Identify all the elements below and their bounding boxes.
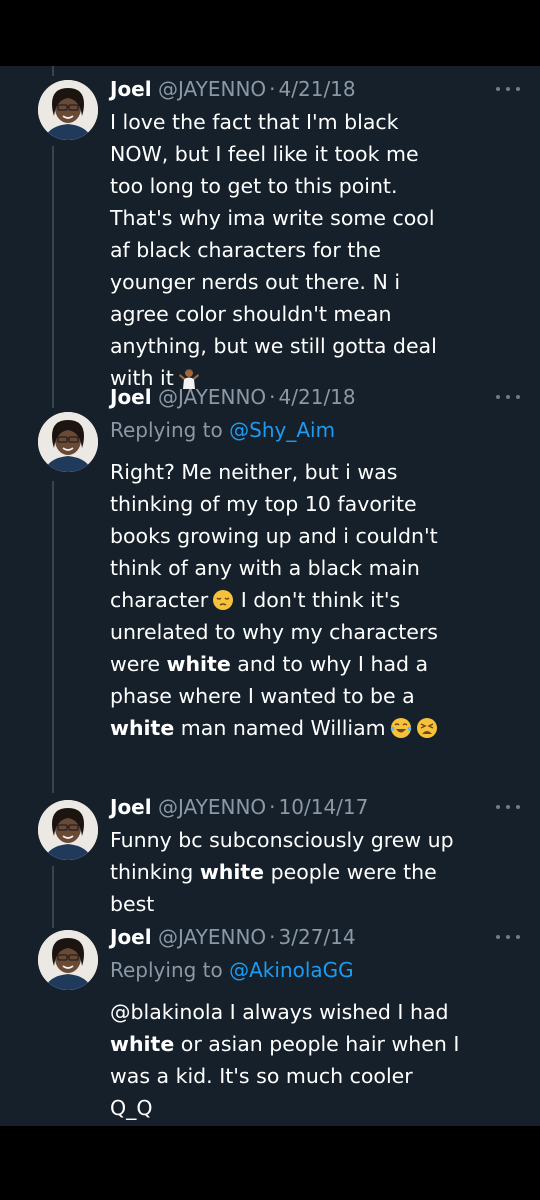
- tweet-text-line: thinking: [110, 860, 194, 884]
- avatar[interactable]: [38, 930, 98, 990]
- more-options-icon[interactable]: [496, 84, 520, 94]
- tears-of-joy-emoji: [390, 716, 412, 738]
- tweet-text-line: thinking of my top 10 favorite: [110, 492, 417, 516]
- tweet-text-line: @blakinola I always wished I had: [110, 1000, 449, 1024]
- avatar[interactable]: [38, 412, 98, 472]
- tweet-text-line: I love the fact that I'm black: [110, 110, 399, 134]
- screen: Joel @JAYENNO · 4/21/18 I love the fact th…: [0, 0, 540, 1200]
- tweet-text-line: younger nerds out there. N i: [110, 270, 401, 294]
- timestamp[interactable]: 4/21/18: [279, 385, 356, 409]
- tweet-text-line: or asian people hair when I: [180, 1032, 460, 1056]
- tweet[interactable]: Joel @JAYENNO · 10/14/17 Funny bc subconsc…: [0, 794, 540, 934]
- username[interactable]: @JAYENNO: [158, 795, 266, 819]
- tweet-text-line: unrelated to why my characters: [110, 620, 438, 644]
- separator-dot: ·: [269, 77, 276, 101]
- tweet-content: Joel @JAYENNO · 3/27/14 Replying to @Akino…: [110, 924, 520, 1124]
- username[interactable]: @JAYENNO: [158, 925, 266, 949]
- tweet-text-line: man named William: [180, 716, 386, 740]
- tweet-text-line: best: [110, 892, 155, 916]
- separator-dot: ·: [269, 795, 276, 819]
- separator-dot: ·: [269, 925, 276, 949]
- tired-face-emoji: [416, 716, 438, 738]
- tweet-text: @blakinola I always wished I had white o…: [110, 996, 520, 1124]
- tweet[interactable]: Joel @JAYENNO · 4/21/18 I love the fact th…: [0, 76, 540, 406]
- tweet-text-line: think of any with a black main: [110, 556, 420, 580]
- avatar[interactable]: [38, 800, 98, 860]
- tweet-header: Joel @JAYENNO · 4/21/18: [110, 384, 520, 410]
- tweet-text-line: were: [110, 652, 160, 676]
- tweet-text: Right? Me neither, but i was thinking of…: [110, 456, 520, 744]
- tweet-text-line: was a kid. It's so much cooler: [110, 1064, 413, 1088]
- pensive-face-emoji: [212, 588, 234, 610]
- emphasized-word: white: [199, 860, 265, 884]
- tweet-text-line: too long to get to this point.: [110, 174, 398, 198]
- tweet[interactable]: Joel @JAYENNO · 4/21/18 Replying to @Shy_A…: [0, 384, 540, 804]
- tweet-text-line: NOW, but I feel like it took me: [110, 142, 419, 166]
- tweet-header: Joel @JAYENNO · 3/27/14: [110, 924, 520, 950]
- tweet-content: Joel @JAYENNO · 10/14/17 Funny bc subconsc…: [110, 794, 520, 920]
- tweet-content: Joel @JAYENNO · 4/21/18 I love the fact th…: [110, 76, 520, 394]
- replying-to-label: Replying to: [110, 418, 230, 442]
- tweet-header: Joel @JAYENNO · 10/14/17: [110, 794, 520, 820]
- more-options-icon[interactable]: [496, 392, 520, 402]
- tweet-text-line: That's why ima write some cool: [110, 206, 435, 230]
- username[interactable]: @JAYENNO: [158, 77, 266, 101]
- tweet-text: I love the fact that I'm black NOW, but …: [110, 106, 520, 394]
- more-options-icon[interactable]: [496, 802, 520, 812]
- replying-to: Replying to @Shy_Aim: [110, 416, 520, 444]
- display-name[interactable]: Joel: [110, 77, 152, 101]
- timestamp[interactable]: 3/27/14: [279, 925, 356, 949]
- tweet-text-line: books growing up and i couldn't: [110, 524, 438, 548]
- tweet-text-line: af black characters for the: [110, 238, 381, 262]
- thread-panel: Joel @JAYENNO · 4/21/18 I love the fact th…: [0, 66, 540, 1126]
- tweet-text-line: phase where I wanted to be a: [110, 684, 415, 708]
- tweet-content: Joel @JAYENNO · 4/21/18 Replying to @Shy_A…: [110, 384, 520, 744]
- display-name[interactable]: Joel: [110, 925, 152, 949]
- avatar[interactable]: [38, 80, 98, 140]
- tweet-text-line: anything, but we still gotta deal: [110, 334, 437, 358]
- tweet-text-line: and to why I had a: [237, 652, 429, 676]
- username[interactable]: @JAYENNO: [158, 385, 266, 409]
- emphasized-word: white: [166, 652, 231, 676]
- thread-connector: [52, 66, 54, 76]
- timestamp[interactable]: 4/21/18: [279, 77, 356, 101]
- tweet[interactable]: Joel @JAYENNO · 3/27/14 Replying to @Akino…: [0, 924, 540, 1124]
- tweet-text-line: Right? Me neither, but i was: [110, 460, 398, 484]
- tweet-text-line: I don't think it's: [240, 588, 401, 612]
- emphasized-word: white: [110, 1032, 175, 1056]
- replying-to-mention[interactable]: @Shy_Aim: [229, 418, 335, 442]
- separator-dot: ·: [269, 385, 276, 409]
- tweet-text-line: agree color shouldn't mean: [110, 302, 392, 326]
- replying-to: Replying to @AkinolaGG: [110, 956, 520, 984]
- tweet-text: Funny bc subconsciously grew up thinking…: [110, 824, 520, 920]
- tweet-text-line: character: [110, 588, 209, 612]
- replying-to-label: Replying to: [110, 958, 230, 982]
- more-options-icon[interactable]: [496, 932, 520, 942]
- display-name[interactable]: Joel: [110, 385, 152, 409]
- tweet-header: Joel @JAYENNO · 4/21/18: [110, 76, 520, 102]
- timestamp[interactable]: 10/14/17: [279, 795, 369, 819]
- tweet-text-line: Funny bc subconsciously grew up: [110, 828, 454, 852]
- tweet-text-line: people were the: [270, 860, 437, 884]
- replying-to-mention[interactable]: @AkinolaGG: [229, 958, 354, 982]
- tweet-text-line: Q_Q: [110, 1096, 153, 1120]
- emphasized-word: white: [110, 716, 175, 740]
- display-name[interactable]: Joel: [110, 795, 152, 819]
